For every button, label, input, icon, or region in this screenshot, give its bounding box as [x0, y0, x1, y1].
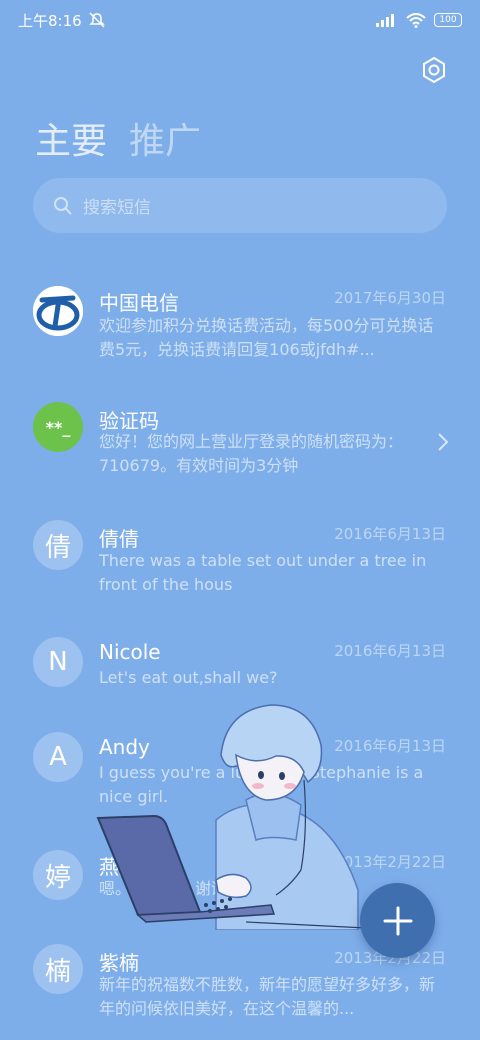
- search-bar[interactable]: 搜索短信: [33, 178, 447, 233]
- status-bar: 上午8:16 100: [0, 0, 480, 40]
- china-telecom-logo-avatar: [33, 286, 83, 336]
- mute-icon: [88, 12, 105, 28]
- wifi-icon: [406, 12, 426, 28]
- verification-code-avatar: **_: [33, 402, 83, 452]
- avatar-letter: 倩: [44, 532, 71, 563]
- tab-bar: 主要 推广: [35, 112, 201, 164]
- avatar: A: [33, 732, 83, 782]
- conversation-name: 紫楠: [99, 951, 139, 975]
- tab-promotions[interactable]: 推广: [129, 112, 201, 164]
- new-message-button[interactable]: [360, 883, 435, 958]
- conversation-date: 2017年6月30日: [334, 289, 446, 307]
- status-left: 上午8:16: [18, 10, 106, 31]
- avatar-letter: A: [49, 742, 67, 772]
- battery-icon: 100: [434, 13, 462, 27]
- conversation-item-china-telecom[interactable]: 中国电信 2017年6月30日 欢迎参加积分兑换话费活动，每500分可兑换话费5…: [0, 283, 480, 393]
- plus-icon: [383, 906, 412, 935]
- conversation-name: 中国电信: [99, 291, 179, 315]
- conversation-item-zinan[interactable]: 楠 紫楠 2013年2月22日 新年的祝福数不胜数，新年的愿望好多好多，新年的问…: [0, 944, 480, 1040]
- status-right: 100: [376, 12, 462, 28]
- signal-icon: [376, 14, 394, 27]
- conversation-date: 2016年6月13日: [334, 642, 446, 660]
- battery-level: 100: [439, 14, 457, 25]
- conversation-date: 2016年6月13日: [334, 525, 446, 543]
- chevron-right-icon[interactable]: [436, 432, 450, 452]
- conversation-name: 倩倩: [99, 527, 139, 551]
- search-placeholder: 搜索短信: [83, 198, 151, 218]
- avatar: N: [33, 637, 83, 687]
- status-time: 上午8:16: [18, 11, 82, 30]
- conversation-preview: 欢迎参加积分兑换话费活动，每500分可兑换话费5元，兑换话费请回复106或jfd…: [99, 316, 434, 359]
- settings-button[interactable]: [418, 54, 450, 86]
- boy-with-laptop-illustration: [96, 704, 366, 930]
- china-telecom-logo-icon: [33, 286, 83, 336]
- verification-avatar-text: **_: [45, 417, 71, 437]
- avatar-letter: N: [48, 647, 68, 677]
- conversation-preview: There was a table set out under a tree i…: [99, 551, 427, 594]
- conversation-item-qianqian[interactable]: 倩 倩倩 2016年6月13日 There was a table set ou…: [0, 520, 480, 630]
- avatar-letter: 婷: [44, 862, 71, 893]
- avatar: 倩: [33, 520, 83, 570]
- avatar-letter: 楠: [44, 956, 71, 987]
- conversation-item-verification-code[interactable]: **_ 验证码 您好！您的网上营业厅登录的随机密码为：710679。有效时间为3…: [0, 402, 480, 512]
- conversation-preview: 新年的祝福数不胜数，新年的愿望好多好多，新年的问候依旧美好，在这个温馨的...: [99, 975, 436, 1018]
- tab-primary[interactable]: 主要: [35, 112, 107, 164]
- conversation-name: Nicole: [99, 640, 161, 664]
- conversation-preview: 您好！您的网上营业厅登录的随机密码为：710679。有效时间为3分钟: [99, 432, 404, 475]
- conversation-preview: Let's eat out,shall we?: [99, 668, 278, 687]
- avatar: 楠: [33, 944, 83, 994]
- avatar: 婷: [33, 850, 83, 900]
- settings-icon: [423, 56, 445, 84]
- search-icon: [54, 196, 72, 215]
